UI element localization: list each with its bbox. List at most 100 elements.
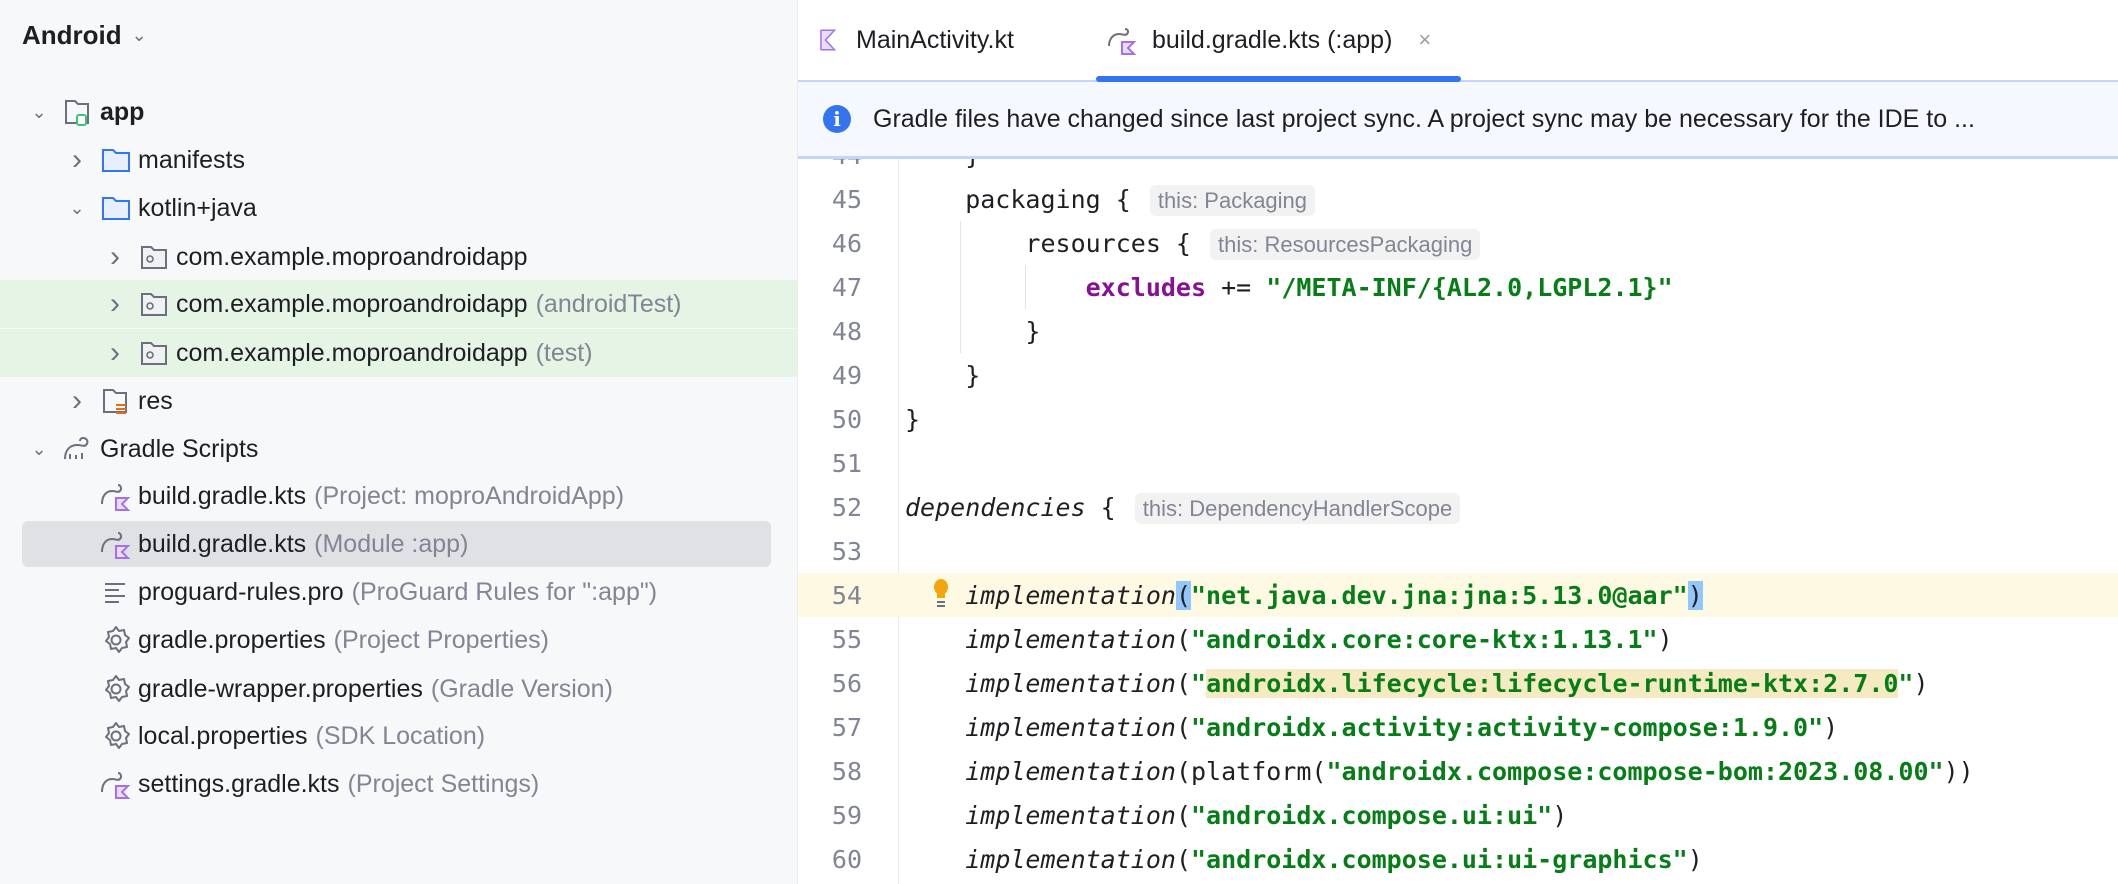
code-token: ) — [1687, 580, 1703, 610]
tree-item-suffix: (androidTest) — [535, 289, 682, 318]
code-line[interactable]: 59 implementation("androidx.compose.ui:u… — [798, 793, 2118, 837]
tree-item[interactable]: ›local.properties(SDK Location) — [0, 712, 797, 760]
line-number: 54 — [831, 580, 862, 610]
code-text: implementation("androidx.activity:activi… — [905, 713, 1838, 742]
code-line[interactable]: 56 implementation("androidx.lifecycle:li… — [798, 661, 2118, 705]
gradle-sync-banner: i Gradle files have changed since last p… — [798, 82, 2118, 159]
tree-item[interactable]: › com.example.moproandroidapp — [0, 233, 797, 281]
code-token: " — [1898, 668, 1914, 698]
tree-item-suffix: (Project Settings) — [347, 769, 540, 798]
tree-item-suffix: (SDK Location) — [315, 721, 486, 750]
code-line[interactable]: 55 implementation("androidx.core:core-kt… — [798, 617, 2118, 661]
chevron-right-icon[interactable]: › — [102, 240, 128, 274]
module-folder-icon — [65, 100, 89, 126]
tree-item[interactable]: ⌄ Gradle Scripts — [0, 425, 797, 473]
code-line[interactable]: 53 — [798, 529, 2118, 573]
code-token: implementation — [965, 580, 1176, 610]
tree-item[interactable]: ›settings.gradle.kts(Project Settings) — [0, 760, 797, 808]
tree-item[interactable]: ⌄ kotlin+java — [0, 184, 797, 232]
code-token: } — [905, 316, 1041, 346]
code-token: } — [905, 360, 981, 390]
code-token: excludes — [1085, 272, 1207, 302]
tree-item[interactable]: ›build.gradle.kts(Project: moproAndroidA… — [0, 472, 797, 520]
package-icon — [141, 293, 167, 316]
tree-item[interactable]: › manifests — [0, 136, 797, 184]
tree-item-label: gradle.properties — [138, 625, 326, 654]
editor-tab-bar: MainActivity.kt build.gradle.kts (:app) … — [798, 0, 2118, 82]
tab-build-gradle-app[interactable]: build.gradle.kts (:app) × — [1096, 0, 1462, 82]
tree-item[interactable]: › res — [0, 377, 797, 425]
line-number: 49 — [831, 360, 862, 390]
indent-guide — [1025, 265, 1026, 309]
code-line[interactable]: 57 implementation("androidx.activity:act… — [798, 705, 2118, 749]
code-token: ) — [1687, 844, 1703, 874]
project-sidebar: Android ⌄ ⌄ app › manifests ⌄ kotlin+java › com… — [0, 0, 798, 884]
chevron-right-icon[interactable]: › — [64, 384, 90, 418]
code-token: ( — [1175, 800, 1191, 830]
code-text: resources { this: ResourcesPackaging — [905, 228, 1481, 260]
code-token: ( — [1175, 844, 1191, 874]
code-line[interactable]: 46 resources { this: ResourcesPackaging — [798, 221, 2118, 265]
code-line[interactable]: 54 implementation("net.java.dev.jna:jna:… — [798, 573, 2118, 617]
code-line[interactable]: 51 — [798, 441, 2118, 485]
tree-item-suffix: (Module :app) — [314, 529, 469, 558]
line-number: 58 — [831, 756, 862, 786]
code-token: (platform( — [1175, 756, 1327, 786]
line-number: 52 — [831, 492, 862, 522]
code-line[interactable]: 50} — [798, 397, 2118, 441]
code-line[interactable]: 58 implementation(platform("androidx.com… — [798, 749, 2118, 793]
tree-item[interactable]: ›build.gradle.kts(Module :app) — [0, 520, 797, 568]
code-token: implementation — [965, 624, 1176, 654]
code-line[interactable]: 45 packaging { this: Packaging — [798, 177, 2118, 221]
tree-item[interactable]: ›proguard-rules.pro(ProGuard Rules for "… — [0, 568, 797, 616]
code-line[interactable]: 60 implementation("androidx.compose.ui:u… — [798, 837, 2118, 881]
chevron-right-icon[interactable]: › — [102, 287, 128, 321]
lightbulb-icon[interactable] — [933, 579, 949, 611]
code-text: implementation("androidx.compose.ui:ui") — [905, 801, 1567, 830]
line-number: 47 — [831, 272, 862, 302]
chevron-down-icon[interactable]: ⌄ — [26, 102, 52, 123]
code-text: dependencies { this: DependencyHandlerSc… — [905, 492, 1461, 524]
code-line[interactable]: 48 } — [798, 309, 2118, 353]
tree-item-label: app — [100, 97, 145, 126]
chevron-down-icon[interactable]: ⌄ — [64, 198, 90, 219]
code-text: excludes += "/META-INF/{AL2.0,LGPL2.1}" — [905, 273, 1673, 302]
tree-item[interactable]: › com.example.moproandroidapp (test) — [0, 329, 797, 377]
tree-item-label: manifests — [138, 145, 245, 174]
code-token: ( — [1175, 580, 1191, 610]
tree-item[interactable]: › com.example.moproandroidapp (androidTest… — [0, 280, 797, 328]
tree-item[interactable]: ⌄ app — [0, 88, 797, 136]
code-text: implementation("androidx.compose.ui:ui-g… — [905, 845, 1703, 874]
code-line[interactable]: 47 excludes += "/META-INF/{AL2.0,LGPL2.1… — [798, 265, 2118, 309]
tab-mainactivity[interactable]: MainActivity.kt — [818, 0, 1014, 80]
code-line[interactable]: 52 dependencies { this: DependencyHandler… — [798, 485, 2118, 529]
code-text: } — [905, 317, 1040, 346]
line-number: 59 — [831, 800, 862, 830]
tree-item[interactable]: ›gradle-wrapper.properties(Gradle Versio… — [0, 665, 797, 713]
tree-item-label: proguard-rules.pro — [138, 577, 344, 606]
chevron-right-icon[interactable]: › — [102, 336, 128, 370]
code-token: ) — [1913, 668, 1929, 698]
gradle-kts-icon — [101, 772, 131, 799]
code-token: "/META-INF/{AL2.0,LGPL2.1}" — [1266, 272, 1673, 302]
code-token: ( — [1175, 668, 1191, 698]
chevron-right-icon[interactable]: › — [64, 143, 90, 177]
resource-folder-icon — [103, 389, 127, 414]
close-tab-icon[interactable]: × — [1418, 27, 1431, 53]
code-token: ( — [1175, 624, 1191, 654]
project-view-selector[interactable]: Android ⌄ — [22, 20, 147, 51]
tree-item-label: res — [138, 386, 173, 415]
tree-item[interactable]: ›gradle.properties(Project Properties) — [0, 616, 797, 664]
tree-item-suffix: (Project Properties) — [333, 625, 549, 654]
line-number: 50 — [831, 404, 862, 434]
chevron-down-icon[interactable]: ⌄ — [26, 439, 52, 460]
code-line[interactable]: 49 } — [798, 353, 2118, 397]
code-token: ) — [1823, 712, 1839, 742]
tree-item-label: com.example.moproandroidapp — [176, 289, 528, 318]
banner-text: Gradle files have changed since last pro… — [873, 104, 1975, 133]
code-token: "androidx.activity:activity-compose:1.9.… — [1191, 712, 1824, 742]
inlay-type-hint: this: Packaging — [1149, 184, 1316, 216]
